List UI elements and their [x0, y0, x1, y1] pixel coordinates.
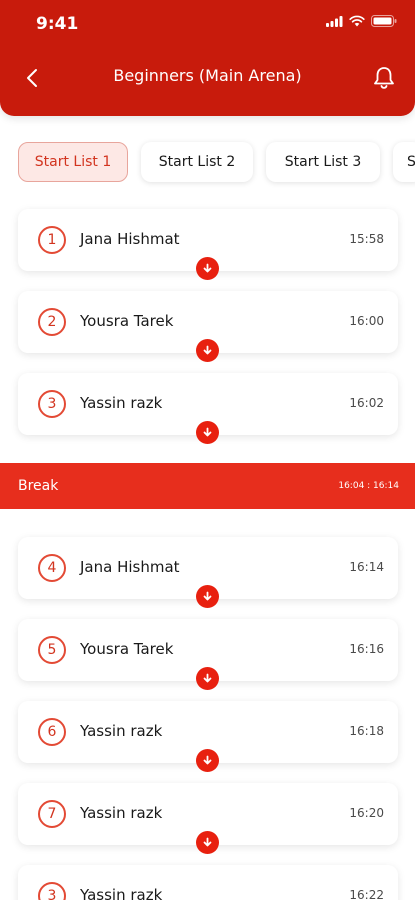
entry-number: 3 [38, 882, 66, 900]
arrow-down-icon [203, 427, 212, 437]
status-icons [326, 15, 397, 27]
list-item[interactable]: 5 Yousra Tarek 16:16 [18, 619, 398, 690]
rider-name: Yassin razk [80, 722, 163, 740]
download-button[interactable] [196, 667, 219, 690]
arrow-down-icon [203, 837, 212, 847]
rider-name: Yousra Tarek [80, 640, 174, 658]
app-header: 9:41 Beginners (Main Arena) [0, 0, 415, 116]
entry-number: 5 [38, 636, 66, 664]
rider-name: Jana Hishmat [80, 230, 180, 248]
download-button[interactable] [196, 421, 219, 444]
tab-start-list-4[interactable]: S [393, 142, 415, 182]
battery-icon [371, 15, 397, 27]
download-button[interactable] [196, 585, 219, 608]
rider-name: Yassin razk [80, 804, 163, 822]
start-list-tabs: Start List 1 Start List 2 Start List 3 S [18, 142, 415, 182]
bell-icon [374, 67, 394, 89]
download-button[interactable] [196, 831, 219, 854]
download-button[interactable] [196, 749, 219, 772]
ride-time: 16:20 [349, 806, 384, 820]
rider-name: Jana Hishmat [80, 558, 180, 576]
list-item[interactable]: 1 Jana Hishmat 15:58 [18, 209, 398, 280]
tab-start-list-2[interactable]: Start List 2 [141, 142, 253, 182]
entry-number: 6 [38, 718, 66, 746]
entry-number: 1 [38, 226, 66, 254]
arrow-down-icon [203, 755, 212, 765]
list-item[interactable]: 7 Yassin razk 16:20 [18, 783, 398, 854]
list-item[interactable]: 3 Yassin razk 16:22 [18, 865, 398, 900]
break-time-range: 16:04 : 16:14 [338, 481, 399, 491]
ride-time: 16:22 [349, 888, 384, 900]
download-button[interactable] [196, 257, 219, 280]
ride-time: 15:58 [349, 232, 384, 246]
rider-name: Yassin razk [80, 394, 163, 412]
entry-number: 7 [38, 800, 66, 828]
ride-time: 16:02 [349, 396, 384, 410]
arrow-down-icon [203, 673, 212, 683]
arrow-down-icon [203, 591, 212, 601]
page-title: Beginners (Main Arena) [113, 66, 302, 85]
entry-number: 4 [38, 554, 66, 582]
tab-start-list-3[interactable]: Start List 3 [266, 142, 380, 182]
ride-time: 16:00 [349, 314, 384, 328]
entry-number: 2 [38, 308, 66, 336]
signal-icon [326, 15, 343, 27]
list-item[interactable]: 6 Yassin razk 16:18 [18, 701, 398, 772]
list-item[interactable]: 3 Yassin razk 16:02 [18, 373, 398, 444]
rider-name: Yassin razk [80, 886, 163, 900]
ride-time: 16:18 [349, 724, 384, 738]
list-item[interactable]: 4 Jana Hishmat 16:14 [18, 537, 398, 608]
break-label: Break [18, 478, 59, 494]
download-button[interactable] [196, 339, 219, 362]
break-bar: Break 16:04 : 16:14 [0, 463, 415, 509]
wifi-icon [349, 15, 365, 27]
tab-start-list-1[interactable]: Start List 1 [18, 142, 128, 182]
ride-time: 16:16 [349, 642, 384, 656]
rider-name: Yousra Tarek [80, 312, 174, 330]
list-item[interactable]: 2 Yousra Tarek 16:00 [18, 291, 398, 362]
ride-time: 16:14 [349, 560, 384, 574]
status-time: 9:41 [36, 14, 79, 34]
entry-number: 3 [38, 390, 66, 418]
notifications-button[interactable] [371, 64, 397, 92]
arrow-down-icon [203, 345, 212, 355]
arrow-down-icon [203, 263, 212, 273]
